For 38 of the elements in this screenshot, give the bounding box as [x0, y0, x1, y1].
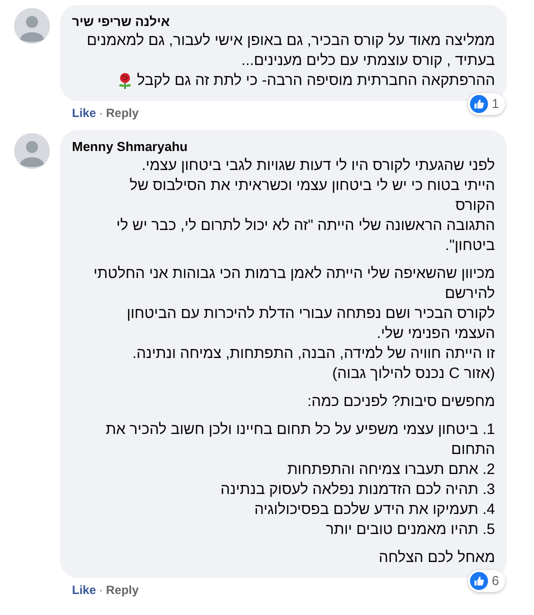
comment-line: לקורס הבכיר ושם נפתחה עבורי הדלת להיכרות עם הביטחון	[126, 304, 495, 324]
comment-line: 4. תעמיקו את הידע שלכם בפסיכולוגיה	[254, 500, 495, 520]
like-link[interactable]: Like	[72, 104, 96, 122]
comment-line: מחפשים סיבות? לפניכם כמה:	[307, 392, 495, 412]
comment-line: (אזור C נכנס להילוך גבוה)	[332, 364, 495, 384]
comment-line: לפני שהגעתי לקורס היו לי דעות שגויות לגבי ביטחון עצמי.	[142, 156, 495, 176]
comment-line: 1. ביטחון עצמי משפיע על כל תחום בחיינו ולכן חשוב להכיר את	[106, 420, 495, 440]
comment-line: מכיוון שהשאיפה שלי הייתה לאמן ברמות הכי גבוהות אני החלטתי	[94, 264, 495, 284]
reaction-count: 1	[492, 96, 499, 112]
comment-line: ממליצה מאוד על קורס הבכיר, גם באופן אישי לעבור, גם למאמנים	[86, 31, 495, 51]
reaction-badge[interactable]: 6	[468, 570, 505, 592]
comment-line: ביטחון".	[445, 236, 495, 256]
reply-link[interactable]: Reply	[106, 581, 139, 599]
avatar[interactable]	[14, 133, 50, 169]
author-name[interactable]: Menny Shmaryahu	[72, 138, 188, 156]
like-icon	[470, 572, 488, 590]
comment-line: 5. תהיו מאמנים טובים יותר	[326, 520, 495, 540]
author-name[interactable]: אילנה שריפי שיר	[72, 13, 170, 31]
comment-line: מאחל לכם הצלחה	[378, 548, 495, 568]
reaction-count: 6	[492, 573, 499, 589]
comment-line: בעתיד , קורס עוצמתי עם כלים מענינים...	[241, 51, 495, 71]
reaction-badge[interactable]: 1	[468, 93, 505, 115]
separator-dot: ·	[99, 582, 104, 599]
avatar[interactable]	[14, 8, 50, 44]
comment-line: 2. אתם תעברו צמיחה והתפתחות	[287, 460, 495, 480]
like-link[interactable]: Like	[72, 581, 96, 599]
comment-line: העצמי הפנימי שלי.	[376, 324, 495, 344]
comment-line: התגובה הראשונה שלי הייתה "זה לא יכול לתרום לי, כבר יש לי	[116, 216, 495, 236]
comment-line: ההרפתקאה החברתית מוסיפה הרבה- כי לתת זה גם לקבל	[137, 71, 495, 91]
comment-line: התחום	[451, 440, 495, 460]
reply-link[interactable]: Reply	[106, 104, 139, 122]
separator-dot: ·	[99, 105, 104, 122]
comment-line: זו הייתה חוויה של למידה, הבנה, התפתחות, צמיחה ונתינה.	[132, 344, 495, 364]
comment-line: הקורס	[455, 196, 495, 216]
comment-line: להירשם	[444, 284, 495, 304]
comment-line: הייתי בטוח כי יש לי ביטחון עצמי וכשראיתי את הסילבוס של	[130, 176, 495, 196]
comment-line: 3. תהיה לכם הזדמנות נפלאה לעסוק בנתינה	[220, 480, 495, 500]
like-icon	[470, 95, 488, 113]
